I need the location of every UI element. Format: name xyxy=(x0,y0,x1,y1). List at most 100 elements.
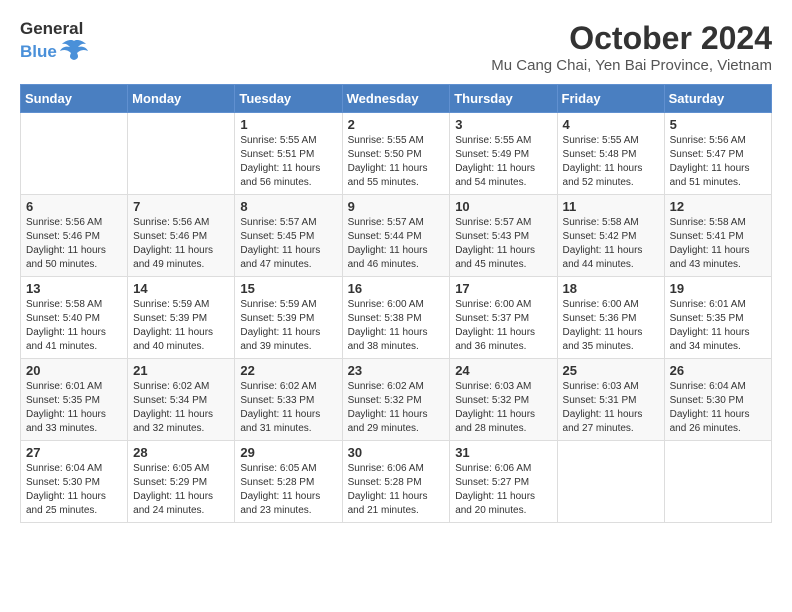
sunset-text: Sunset: 5:30 PM xyxy=(670,394,766,408)
sunset-text: Sunset: 5:41 PM xyxy=(670,230,766,244)
sunrise-text: Sunrise: 6:00 AM xyxy=(348,298,445,312)
sunrise-text: Sunrise: 5:59 AM xyxy=(240,298,336,312)
daylight-text: Daylight: 11 hours and 27 minutes. xyxy=(563,408,659,436)
day-info: Sunrise: 5:56 AMSunset: 5:46 PMDaylight:… xyxy=(133,216,229,272)
sunrise-text: Sunrise: 6:01 AM xyxy=(670,298,766,312)
day-info: Sunrise: 6:05 AMSunset: 5:29 PMDaylight:… xyxy=(133,462,229,518)
sunrise-text: Sunrise: 5:56 AM xyxy=(26,216,122,230)
weekday-header-monday: Monday xyxy=(128,85,235,113)
day-info: Sunrise: 6:06 AMSunset: 5:27 PMDaylight:… xyxy=(455,462,551,518)
daylight-text: Daylight: 11 hours and 31 minutes. xyxy=(240,408,336,436)
sunrise-text: Sunrise: 6:04 AM xyxy=(670,380,766,394)
day-number: 22 xyxy=(240,363,336,378)
weekday-header-sunday: Sunday xyxy=(21,85,128,113)
calendar-cell xyxy=(21,113,128,195)
sunset-text: Sunset: 5:35 PM xyxy=(670,312,766,326)
day-info: Sunrise: 5:58 AMSunset: 5:42 PMDaylight:… xyxy=(563,216,659,272)
sunset-text: Sunset: 5:46 PM xyxy=(133,230,229,244)
calendar-week-row: 27Sunrise: 6:04 AMSunset: 5:30 PMDayligh… xyxy=(21,441,772,523)
weekday-header-friday: Friday xyxy=(557,85,664,113)
sunset-text: Sunset: 5:28 PM xyxy=(348,476,445,490)
day-number: 18 xyxy=(563,281,659,296)
day-number: 24 xyxy=(455,363,551,378)
day-number: 12 xyxy=(670,199,766,214)
calendar-cell: 31Sunrise: 6:06 AMSunset: 5:27 PMDayligh… xyxy=(450,441,557,523)
calendar-cell: 22Sunrise: 6:02 AMSunset: 5:33 PMDayligh… xyxy=(235,359,342,441)
day-info: Sunrise: 6:04 AMSunset: 5:30 PMDaylight:… xyxy=(670,380,766,436)
sunset-text: Sunset: 5:49 PM xyxy=(455,148,551,162)
daylight-text: Daylight: 11 hours and 43 minutes. xyxy=(670,244,766,272)
calendar-cell: 16 Sunrise: 6:00 AMSunset: 5:38 PMDayligh… xyxy=(342,277,450,359)
day-info: Sunrise: 5:57 AMSunset: 5:43 PMDaylight:… xyxy=(455,216,551,272)
weekday-header-thursday: Thursday xyxy=(450,85,557,113)
calendar-cell: 26 Sunrise: 6:04 AMSunset: 5:30 PMDayligh… xyxy=(664,359,771,441)
day-number: 14 xyxy=(133,281,229,296)
daylight-text: Daylight: 11 hours and 49 minutes. xyxy=(133,244,229,272)
calendar-cell: 2Sunrise: 5:55 AMSunset: 5:50 PMDaylight… xyxy=(342,113,450,195)
daylight-text: Daylight: 11 hours and 47 minutes. xyxy=(240,244,336,272)
day-number: 15 xyxy=(240,281,336,296)
sunset-text: Sunset: 5:27 PM xyxy=(455,476,551,490)
sunset-text: Sunset: 5:32 PM xyxy=(455,394,551,408)
sunset-text: Sunset: 5:51 PM xyxy=(240,148,336,162)
daylight-text: Daylight: 11 hours and 32 minutes. xyxy=(133,408,229,436)
sunset-text: Sunset: 5:35 PM xyxy=(26,394,122,408)
sunrise-text: Sunrise: 6:05 AM xyxy=(133,462,229,476)
calendar-cell: 12Sunrise: 5:58 AMSunset: 5:41 PMDayligh… xyxy=(664,195,771,277)
calendar-cell: 17Sunrise: 6:00 AMSunset: 5:37 PMDayligh… xyxy=(450,277,557,359)
calendar-week-row: 13Sunrise: 5:58 AMSunset: 5:40 PMDayligh… xyxy=(21,277,772,359)
sunrise-text: Sunrise: 5:57 AM xyxy=(348,216,445,230)
title-area: October 2024 Mu Cang Chai, Yen Bai Provi… xyxy=(491,20,772,74)
day-number: 26 xyxy=(670,363,766,378)
sunset-text: Sunset: 5:36 PM xyxy=(563,312,659,326)
calendar-cell xyxy=(128,113,235,195)
sunrise-text: Sunrise: 5:56 AM xyxy=(133,216,229,230)
daylight-text: Daylight: 11 hours and 46 minutes. xyxy=(348,244,445,272)
sunset-text: Sunset: 5:43 PM xyxy=(455,230,551,244)
day-info: Sunrise: 6:00 AMSunset: 5:38 PMDaylight:… xyxy=(348,298,445,354)
calendar-cell: 3Sunrise: 5:55 AMSunset: 5:49 PMDaylight… xyxy=(450,113,557,195)
sunrise-text: Sunrise: 6:06 AM xyxy=(455,462,551,476)
sunrise-text: Sunrise: 5:58 AM xyxy=(563,216,659,230)
calendar-cell: 21Sunrise: 6:02 AMSunset: 5:34 PMDayligh… xyxy=(128,359,235,441)
day-info: Sunrise: 6:01 AMSunset: 5:35 PMDaylight:… xyxy=(26,380,122,436)
day-info: Sunrise: 5:59 AMSunset: 5:39 PMDaylight:… xyxy=(240,298,336,354)
daylight-text: Daylight: 11 hours and 33 minutes. xyxy=(26,408,122,436)
calendar-cell: 1Sunrise: 5:55 AMSunset: 5:51 PMDaylight… xyxy=(235,113,342,195)
calendar-cell: 25Sunrise: 6:03 AMSunset: 5:31 PMDayligh… xyxy=(557,359,664,441)
daylight-text: Daylight: 11 hours and 56 minutes. xyxy=(240,162,336,190)
day-info: Sunrise: 6:00 AMSunset: 5:37 PMDaylight:… xyxy=(455,298,551,354)
day-number: 27 xyxy=(26,445,122,460)
calendar-cell: 24Sunrise: 6:03 AMSunset: 5:32 PMDayligh… xyxy=(450,359,557,441)
calendar-week-row: 20Sunrise: 6:01 AMSunset: 5:35 PMDayligh… xyxy=(21,359,772,441)
sunrise-text: Sunrise: 5:55 AM xyxy=(240,134,336,148)
daylight-text: Daylight: 11 hours and 34 minutes. xyxy=(670,326,766,354)
daylight-text: Daylight: 11 hours and 39 minutes. xyxy=(240,326,336,354)
daylight-text: Daylight: 11 hours and 24 minutes. xyxy=(133,490,229,518)
sunrise-text: Sunrise: 6:02 AM xyxy=(240,380,336,394)
daylight-text: Daylight: 11 hours and 52 minutes. xyxy=(563,162,659,190)
sunset-text: Sunset: 5:47 PM xyxy=(670,148,766,162)
sunset-text: Sunset: 5:38 PM xyxy=(348,312,445,326)
daylight-text: Daylight: 11 hours and 23 minutes. xyxy=(240,490,336,518)
sunrise-text: Sunrise: 6:03 AM xyxy=(563,380,659,394)
sunset-text: Sunset: 5:34 PM xyxy=(133,394,229,408)
day-number: 10 xyxy=(455,199,551,214)
sunset-text: Sunset: 5:45 PM xyxy=(240,230,336,244)
daylight-text: Daylight: 11 hours and 20 minutes. xyxy=(455,490,551,518)
daylight-text: Daylight: 11 hours and 54 minutes. xyxy=(455,162,551,190)
sunset-text: Sunset: 5:28 PM xyxy=(240,476,336,490)
daylight-text: Daylight: 11 hours and 50 minutes. xyxy=(26,244,122,272)
daylight-text: Daylight: 11 hours and 55 minutes. xyxy=(348,162,445,190)
sunset-text: Sunset: 5:46 PM xyxy=(26,230,122,244)
day-number: 16 xyxy=(348,281,445,296)
calendar-cell: 27Sunrise: 6:04 AMSunset: 5:30 PMDayligh… xyxy=(21,441,128,523)
sunrise-text: Sunrise: 6:00 AM xyxy=(455,298,551,312)
day-number: 29 xyxy=(240,445,336,460)
sunset-text: Sunset: 5:30 PM xyxy=(26,476,122,490)
day-number: 3 xyxy=(455,117,551,132)
day-number: 13 xyxy=(26,281,122,296)
day-info: Sunrise: 6:02 AMSunset: 5:32 PMDaylight:… xyxy=(348,380,445,436)
calendar-cell: 13Sunrise: 5:58 AMSunset: 5:40 PMDayligh… xyxy=(21,277,128,359)
calendar-cell: 29Sunrise: 6:05 AMSunset: 5:28 PMDayligh… xyxy=(235,441,342,523)
